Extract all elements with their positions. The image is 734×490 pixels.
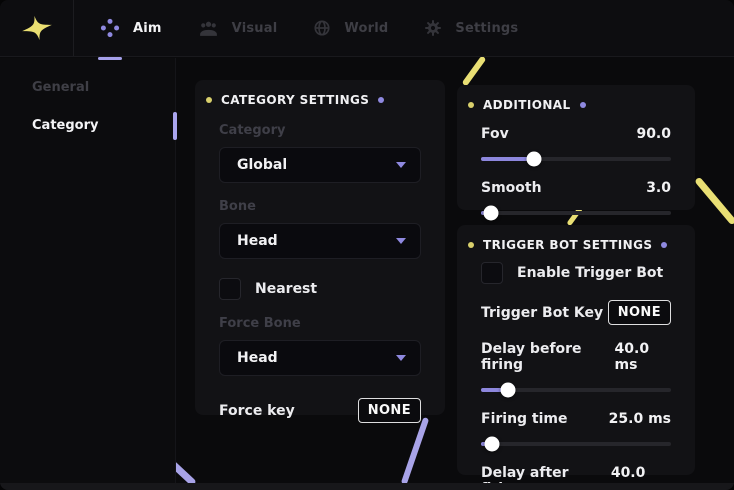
sidebar-item-category[interactable]: Category (0, 111, 177, 141)
trigger-bot-panel: TRIGGER BOT SETTINGS Enable Trigger Bot … (457, 225, 695, 490)
sidebar: General Category (0, 58, 177, 490)
nearest-checkbox[interactable] (219, 278, 241, 300)
active-item-indicator (173, 112, 177, 140)
force-bone-label: Force Bone (219, 316, 301, 331)
slider-thumb[interactable] (526, 151, 542, 166)
bone-label: Bone (219, 199, 256, 214)
smooth-label: Smooth (481, 180, 542, 196)
force-key-row: Force key NONE (219, 398, 421, 423)
delay-before-firing-slider[interactable] (481, 382, 671, 397)
crosshair-icon (100, 18, 120, 38)
firing-time-slider[interactable] (481, 436, 671, 451)
category-settings-panel: CATEGORY SETTINGS Category Global Bone H… (195, 80, 445, 423)
tab-bar: Aim Visual World Settings (74, 0, 518, 60)
force-bone-select[interactable]: Head (219, 340, 421, 376)
yellow-dot-icon (468, 102, 474, 108)
decorative-streak (461, 55, 487, 87)
tab-aim-label: Aim (133, 20, 162, 36)
fov-slider[interactable] (481, 151, 671, 166)
people-icon (199, 21, 217, 36)
tab-settings[interactable]: Settings (424, 0, 518, 56)
decorative-streak (400, 416, 430, 486)
smooth-slider[interactable] (481, 205, 671, 220)
topbar: Aim Visual World Settings (0, 0, 734, 60)
enable-trigger-bot-row[interactable]: Enable Trigger Bot (481, 262, 671, 284)
force-key-label: Force key (219, 402, 295, 419)
smooth-value: 3.0 (646, 180, 671, 196)
panel-header: CATEGORY SETTINGS (206, 93, 421, 107)
delay-before-firing-row: Delay before firing 40.0 ms (481, 341, 671, 397)
gear-icon (425, 20, 442, 36)
chevron-down-icon (396, 238, 406, 244)
globe-icon (314, 20, 330, 36)
fov-value: 90.0 (636, 126, 671, 142)
trigger-bot-key-button[interactable]: NONE (607, 300, 671, 325)
slider-track (481, 156, 671, 161)
fov-slider-row: Fov 90.0 (481, 126, 671, 166)
slider-thumb[interactable] (500, 382, 516, 397)
yellow-dot-icon (206, 97, 212, 103)
panel-title: ADDITIONAL (483, 98, 571, 112)
purple-dot-icon (661, 242, 668, 248)
category-select[interactable]: Global (219, 147, 421, 183)
slider-track (481, 441, 671, 446)
sparkle-logo-icon (21, 15, 52, 41)
smooth-slider-row: Smooth 3.0 (481, 180, 671, 220)
trigger-bot-key-row: Trigger Bot Key NONE (481, 300, 671, 325)
decorative-streak (694, 176, 734, 226)
enable-trigger-bot-checkbox[interactable] (481, 262, 503, 284)
category-select-value: Global (237, 157, 288, 173)
yellow-dot-icon (468, 242, 474, 248)
category-label: Category (219, 123, 286, 138)
purple-dot-icon (579, 102, 586, 108)
firing-time-row: Firing time 25.0 ms (481, 411, 671, 451)
nearest-checkbox-row[interactable]: Nearest (219, 278, 421, 300)
tab-world[interactable]: World (313, 0, 388, 56)
force-key-button[interactable]: NONE (357, 398, 421, 423)
additional-panel: ADDITIONAL Fov 90.0 Smooth 3.0 (457, 85, 695, 220)
panel-title: CATEGORY SETTINGS (221, 93, 370, 107)
app-window: Aim Visual World Settings General Catego… (0, 0, 734, 490)
delay-before-firing-label: Delay before firing (481, 341, 582, 373)
bone-select[interactable]: Head (219, 223, 421, 259)
firing-time-value: 25.0 ms (608, 411, 671, 427)
tab-world-label: World (344, 20, 389, 36)
sidebar-item-general[interactable]: General (0, 73, 175, 103)
tab-aim[interactable]: Aim (98, 0, 162, 60)
purple-dot-icon (378, 97, 385, 103)
enable-trigger-bot-label: Enable Trigger Bot (517, 265, 664, 281)
tab-settings-label: Settings (455, 20, 519, 36)
nearest-label: Nearest (255, 281, 318, 297)
sidebar-item-category-label: Category (32, 118, 99, 133)
firing-time-label: Firing time (481, 411, 568, 427)
delay-before-firing-value: 40.0 ms (614, 341, 650, 373)
trigger-bot-key-label: Trigger Bot Key (481, 304, 604, 321)
force-bone-select-value: Head (237, 350, 278, 366)
chevron-down-icon (396, 355, 406, 361)
slider-thumb[interactable] (484, 436, 500, 451)
panel-header: TRIGGER BOT SETTINGS (468, 238, 671, 252)
tab-visual-label: Visual (231, 20, 278, 36)
active-tab-underline (98, 57, 122, 60)
panel-title: TRIGGER BOT SETTINGS (483, 238, 653, 252)
logo[interactable] (0, 0, 74, 56)
bone-select-value: Head (237, 233, 278, 249)
bottom-edge (0, 483, 734, 490)
tab-visual[interactable]: Visual (198, 0, 278, 56)
slider-track (481, 210, 671, 215)
fov-label: Fov (481, 126, 509, 142)
chevron-down-icon (396, 162, 406, 168)
slider-thumb[interactable] (483, 205, 498, 220)
panel-header: ADDITIONAL (468, 98, 671, 112)
